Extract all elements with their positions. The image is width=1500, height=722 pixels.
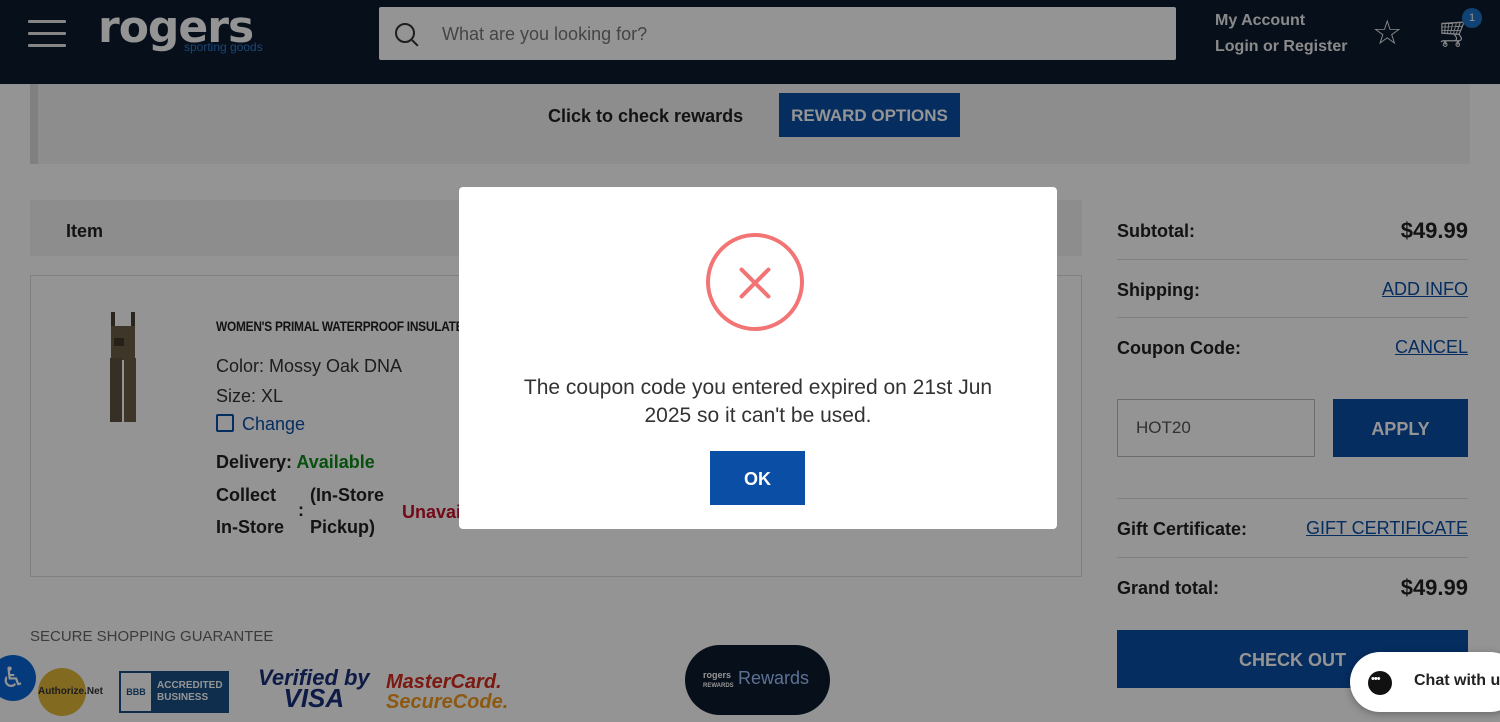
ok-button[interactable]: OK (710, 451, 805, 505)
error-message: The coupon code you entered expired on 2… (523, 376, 993, 427)
error-dialog: The coupon code you entered expired on 2… (459, 187, 1057, 529)
error-x-icon (706, 233, 804, 331)
chat-bubble-icon (1368, 671, 1392, 695)
chat-label: Chat with u (1414, 672, 1500, 689)
chat-widget[interactable]: Chat with u (1350, 652, 1500, 712)
